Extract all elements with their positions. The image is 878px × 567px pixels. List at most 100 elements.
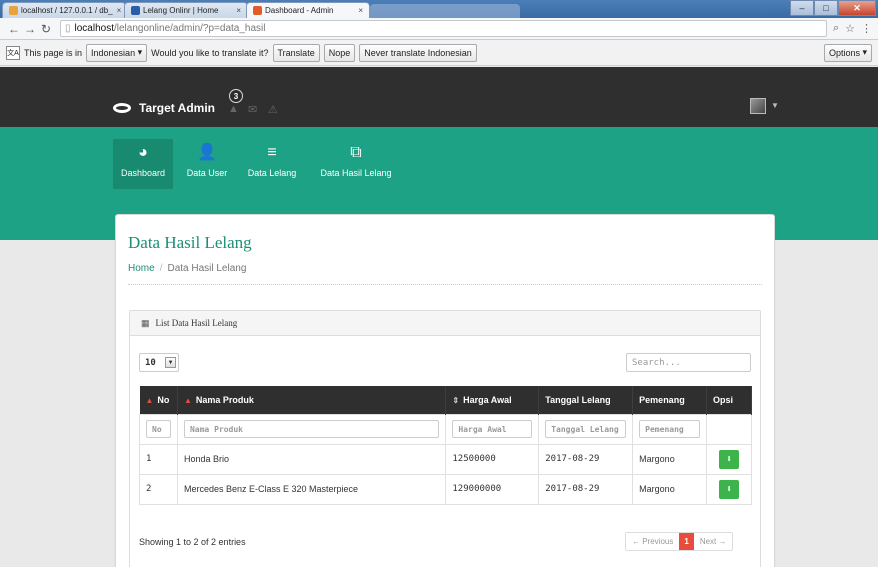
breadcrumb-current: Data Hasil Lelang (167, 263, 247, 274)
menu-item-label: Data Lelang (247, 168, 297, 178)
menu-item-data-user[interactable]: 👤 Data User (180, 139, 234, 189)
column-header-nama-produk[interactable]: ▲ Nama Produk (177, 386, 447, 414)
cell-nama-produk: Honda Brio (176, 443, 447, 475)
window-controls: – □ ✕ (790, 0, 876, 16)
filter-no-input[interactable]: No (146, 420, 171, 438)
copy-icon: ⧉ (350, 144, 362, 161)
menu-item-data-hasil-lelang[interactable]: ⧉ Data Hasil Lelang (313, 139, 399, 189)
brand[interactable]: Target Admin (113, 101, 215, 115)
bookmark-star-icon[interactable]: ☆ (845, 22, 855, 35)
tab-title: localhost / 127.0.0.1 / db_ (21, 6, 113, 15)
menu-item-data-lelang[interactable]: ≡ Data Lelang (243, 139, 301, 189)
zoom-icon[interactable]: ⌕ (833, 22, 839, 35)
filter-empty-cell (706, 413, 752, 445)
previous-page-button[interactable]: ← Previous (626, 533, 679, 550)
tab-title: Lelang Onlinr | Home (143, 6, 219, 15)
translate-icon: 文A (6, 45, 20, 60)
avatar[interactable] (750, 98, 766, 114)
column-header-pemenang[interactable]: Pemenang (632, 386, 708, 414)
pagination: ← Previous 1 Next → (625, 532, 734, 551)
cell-opsi: ⬇ (706, 473, 752, 505)
phpmyadmin-favicon-icon (9, 6, 18, 15)
site-favicon-icon (131, 6, 140, 15)
translate-question: Would you like to translate it? (151, 47, 269, 58)
bell-icon[interactable]: ▲ (228, 103, 239, 115)
translate-button[interactable]: Translate (272, 43, 320, 62)
filter-row: No Nama Produk Harga Awal Tanggal Lelang… (139, 413, 752, 445)
back-icon[interactable]: ← (6, 22, 22, 36)
menu-item-dashboard[interactable]: ◕ Dashboard (113, 139, 173, 189)
cell-harga-awal: 12500000 (445, 443, 540, 475)
cell-tanggal-lelang: 2017-08-29 (538, 443, 634, 475)
page-icon: ▯ (65, 23, 71, 34)
menu-icon[interactable]: ⋮ (861, 22, 872, 35)
table-info: Showing 1 to 2 of 2 entries (139, 537, 246, 547)
sort-asc-icon: ▲ (183, 395, 192, 405)
close-tab-icon[interactable]: × (113, 6, 122, 15)
page-title: Data Hasil Lelang (128, 233, 252, 252)
table-row: 2 Mercedes Benz E-Class E 320 Masterpiec… (139, 473, 752, 505)
column-header-harga-awal[interactable]: ⇕ Harga Awal (445, 386, 540, 414)
filter-nama-produk-input[interactable]: Nama Produk (183, 420, 440, 438)
browser-tab-dashboard[interactable]: Dashboard - Admin × (246, 2, 370, 18)
next-page-button[interactable]: Next → (694, 533, 733, 550)
download-button[interactable]: ⬇ (719, 479, 740, 499)
translate-prefix: This page is in (24, 47, 83, 58)
alert-icon[interactable]: ⚠ (268, 103, 278, 116)
divider (128, 284, 762, 285)
close-tab-icon[interactable]: × (354, 6, 363, 15)
cell-pemenang: Margono (632, 443, 708, 475)
url-host: localhost (74, 23, 114, 34)
browser-tabstrip: localhost / 127.0.0.1 / db_ × Lelang Onl… (0, 0, 878, 18)
browser-tab-phpmyadmin[interactable]: localhost / 127.0.0.1 / db_ × (2, 2, 126, 18)
table-header-row: ▲ No ▲ Nama Produk ⇕ Harga Awal Tanggal Lel… (139, 386, 752, 414)
nope-button[interactable]: Nope (323, 43, 356, 62)
chevron-down-icon: ▼ (165, 357, 176, 368)
data-panel: ▦ List Data Hasil Lelang 10 ▼ Search... … (129, 310, 761, 567)
column-header-tanggal-lelang[interactable]: Tanggal Lelang (538, 386, 634, 414)
page-1-button[interactable]: 1 (679, 533, 694, 550)
page-length-select[interactable]: 10 ▼ (139, 353, 179, 372)
dashboard-icon: ◕ (138, 144, 148, 161)
cell-tanggal-lelang: 2017-08-29 (538, 473, 634, 505)
breadcrumb-home-link[interactable]: Home (128, 263, 155, 274)
url-input[interactable]: ▯ localhost/lelangonline/admin/?p=data_h… (60, 20, 827, 37)
close-window-icon[interactable]: ✕ (838, 0, 876, 16)
cell-opsi: ⬇ (706, 443, 752, 475)
site-favicon-icon (253, 6, 262, 15)
column-header-no[interactable]: ▲ No (139, 386, 178, 414)
brand-name: Target Admin (139, 101, 216, 115)
filter-harga-awal-input[interactable]: Harga Awal (452, 420, 533, 438)
options-button[interactable]: Options ▾ (823, 43, 872, 62)
table-row: 1 Honda Brio 12500000 2017-08-29 Margono… (139, 443, 752, 475)
maximize-icon[interactable]: □ (814, 0, 838, 16)
brand-logo-icon (113, 103, 131, 113)
close-tab-icon[interactable]: × (232, 6, 241, 15)
forward-icon[interactable]: → (22, 22, 38, 36)
filter-tanggal-lelang-input[interactable]: Tanggal Lelang (545, 420, 627, 438)
cell-no: 1 (139, 443, 178, 475)
chevron-down-icon[interactable]: ▼ (771, 101, 779, 110)
cell-harga-awal: 129000000 (445, 473, 540, 505)
table-icon: ▦ (141, 317, 150, 328)
reload-icon[interactable]: ↻ (38, 22, 54, 36)
search-input[interactable]: Search... (626, 353, 751, 372)
cell-nama-produk: Mercedes Benz E-Class E 320 Masterpiece (176, 473, 447, 505)
results-table: ▲ No ▲ Nama Produk ⇕ Harga Awal Tanggal Lel… (139, 386, 752, 505)
filter-pemenang-input[interactable]: Pemenang (639, 420, 701, 438)
translate-bar: 文A This page is in Indonesian ▾ Would yo… (0, 40, 878, 66)
browser-tab-lelang-home[interactable]: Lelang Onlinr | Home × (124, 2, 248, 18)
minimize-icon[interactable]: – (790, 0, 814, 16)
tab-title: Dashboard - Admin (265, 6, 334, 15)
user-icon: 👤 (197, 144, 217, 161)
envelope-icon[interactable]: ✉ (248, 103, 257, 116)
never-translate-button[interactable]: Never translate Indonesian (359, 43, 477, 62)
user-download-icon: ⬇ (726, 483, 733, 495)
download-button[interactable]: ⬇ (719, 449, 740, 469)
language-select[interactable]: Indonesian ▾ (86, 43, 148, 62)
address-bar: ← → ↻ ▯ localhost/lelangonline/admin/?p=… (0, 18, 878, 40)
new-tab-area[interactable] (370, 4, 520, 18)
panel-title: List Data Hasil Lelang (155, 318, 238, 328)
sort-asc-icon: ▲ (145, 395, 154, 405)
top-navbar: Target Admin ▲ 3 ✉ ⚠ ▼ (0, 67, 878, 127)
